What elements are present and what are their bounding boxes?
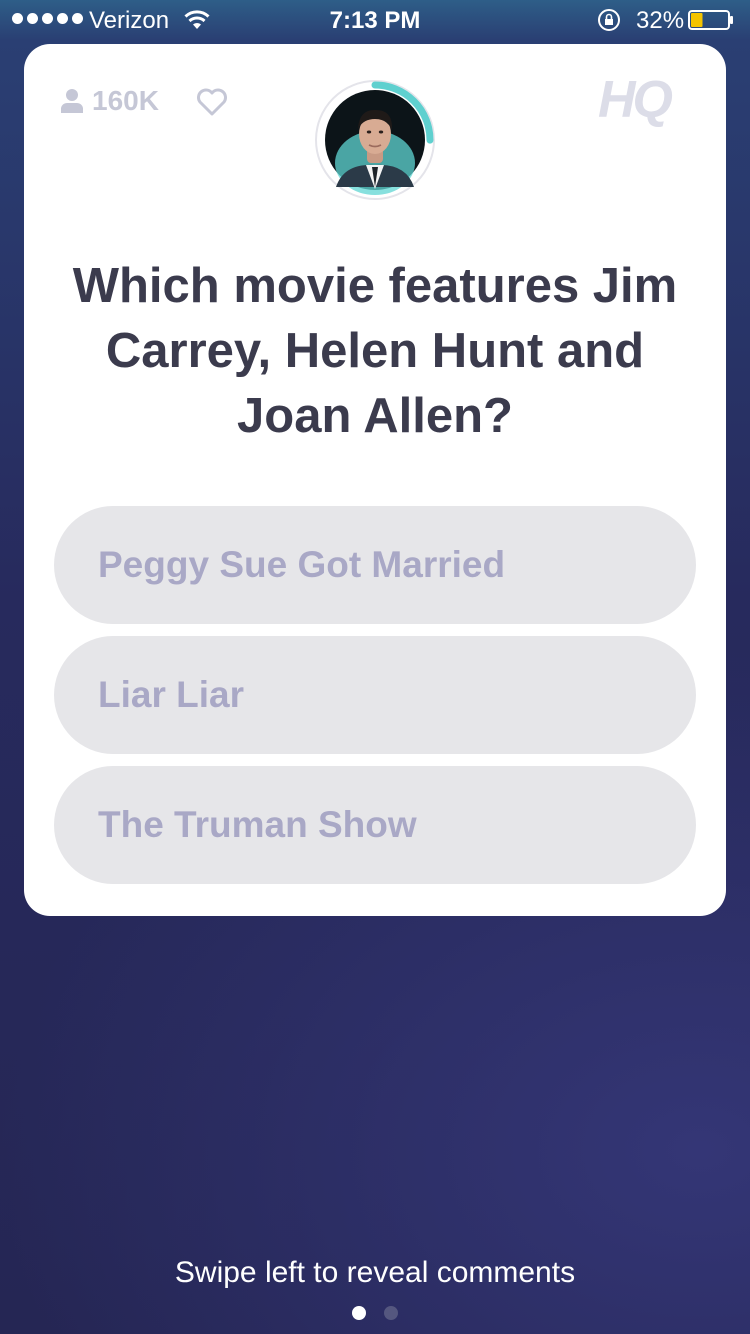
status-bar: Verizon 7:13 PM 32%	[0, 0, 750, 40]
hq-logo: HQ	[598, 71, 673, 129]
question-card: 160K HQ Which movie features Jim Carrey,…	[24, 44, 726, 916]
answer-option-3[interactable]: The Truman Show	[54, 766, 696, 884]
host-avatar	[314, 79, 436, 201]
answer-option-1[interactable]: Peggy Sue Got Married	[54, 506, 696, 624]
page-dot-1[interactable]	[352, 1306, 366, 1320]
answer-option-2[interactable]: Liar Liar	[54, 636, 696, 754]
viewer-count: 160K	[60, 84, 159, 118]
swipe-hint: Swipe left to reveal comments	[174, 1256, 576, 1289]
rotation-lock-icon	[598, 9, 620, 31]
page-dot-2[interactable]	[384, 1306, 398, 1320]
battery-percentage: 32%	[636, 7, 685, 34]
viewer-count-value: 160K	[92, 85, 159, 116]
question-text: Which movie features Jim Carrey, Helen H…	[72, 259, 678, 443]
person-icon	[61, 89, 83, 113]
battery-icon	[688, 10, 733, 30]
page-indicator[interactable]	[352, 1306, 398, 1320]
heart-icon[interactable]	[196, 88, 228, 116]
